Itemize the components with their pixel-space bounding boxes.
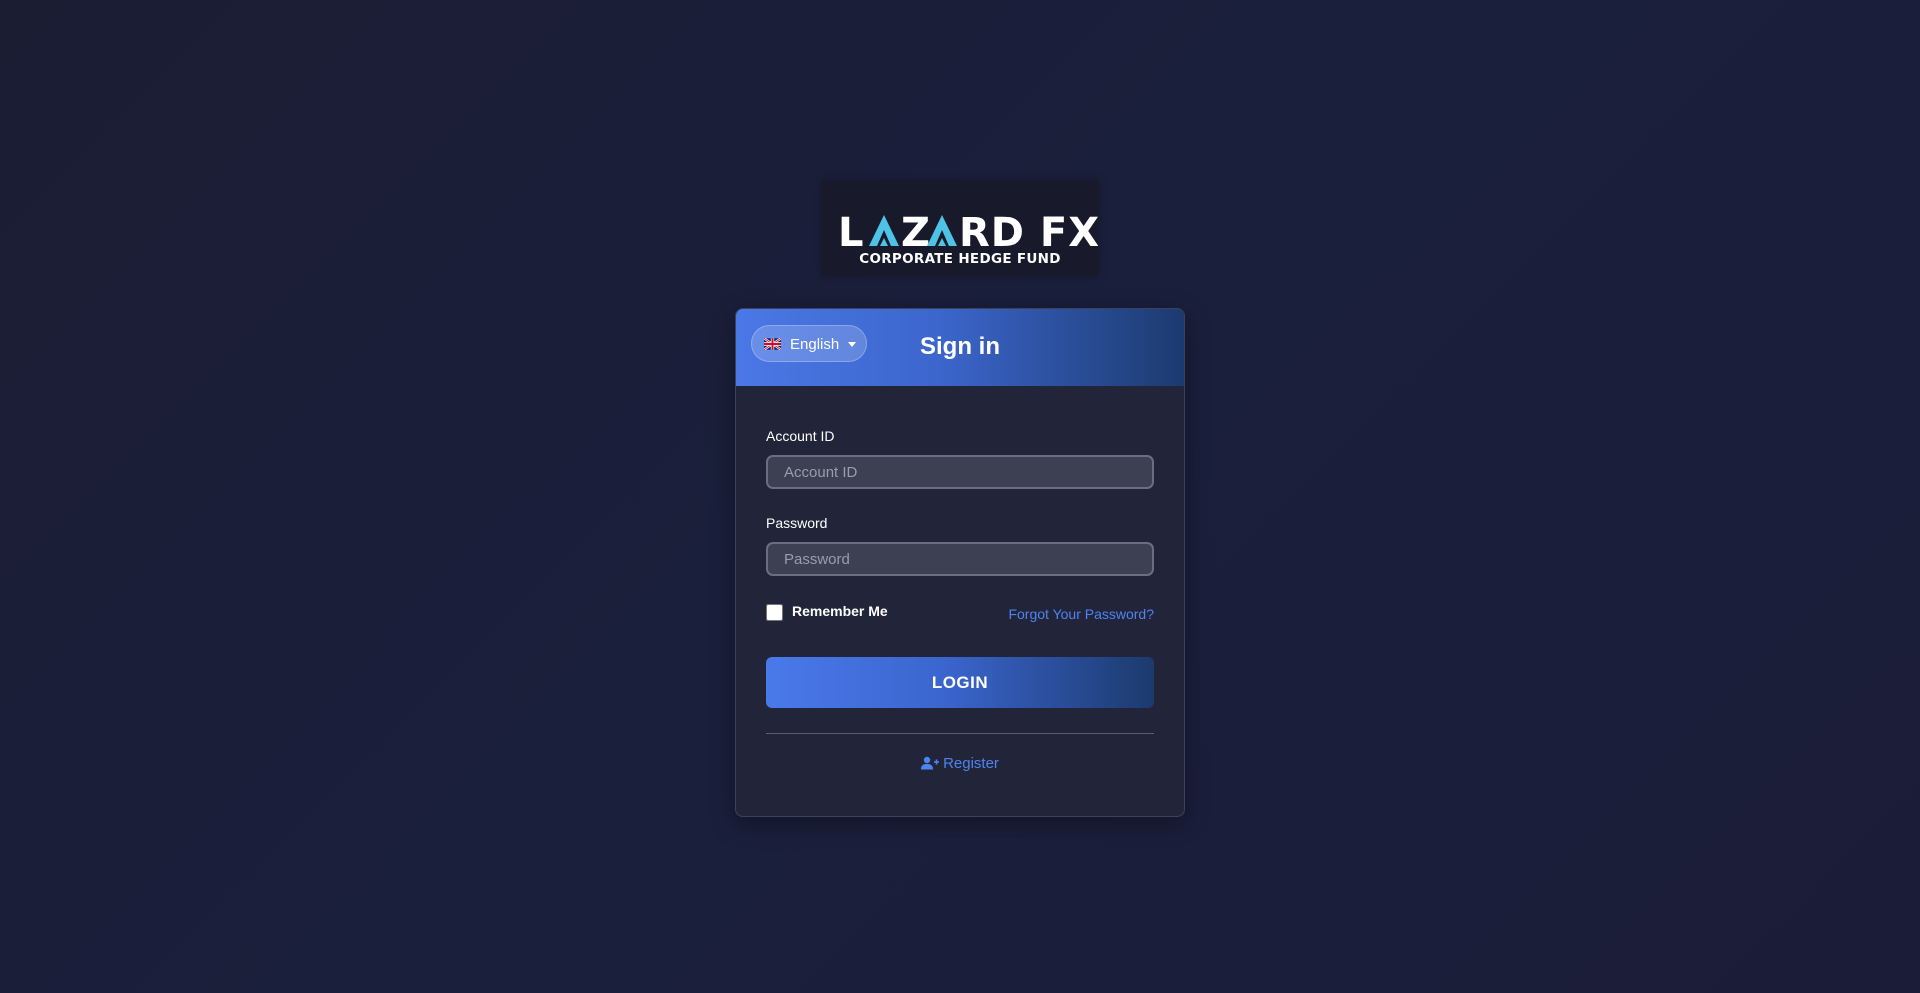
uk-flag-icon <box>764 338 781 350</box>
logo-letter-l: L <box>838 210 865 256</box>
forgot-password-link[interactable]: Forgot Your Password? <box>1008 606 1154 622</box>
register-label: Register <box>943 755 999 772</box>
login-button[interactable]: LOGIN <box>766 657 1154 708</box>
logo-triangle-a-1 <box>869 215 899 246</box>
logo-triangle-a-2 <box>927 215 957 246</box>
logo-letter-z: Z <box>901 210 931 256</box>
remember-me-label[interactable]: Remember Me <box>792 603 888 619</box>
logo-tagline: CORPORATE HEDGE FUND <box>859 251 1061 267</box>
account-id-input[interactable] <box>766 455 1154 489</box>
logo-letters-rd-fx: RD FX <box>959 210 1098 256</box>
card-header: Sign in English <box>736 309 1184 386</box>
logo: L Z RD FX CORPORATE HEDGE FUND <box>822 180 1098 276</box>
caret-down-icon <box>848 342 856 347</box>
password-input[interactable] <box>766 542 1154 576</box>
language-selector[interactable]: English <box>751 325 867 362</box>
logo-graphic: L Z RD FX CORPORATE HEDGE FUND <box>838 210 1098 267</box>
divider <box>766 733 1154 734</box>
remember-me-checkbox[interactable] <box>766 604 783 621</box>
password-label: Password <box>766 515 828 531</box>
register-link[interactable]: Register <box>736 755 1184 772</box>
account-id-label: Account ID <box>766 428 835 444</box>
language-label: English <box>790 336 840 353</box>
user-plus-icon <box>921 756 940 770</box>
sign-in-card: Sign in English Account ID Password Reme… <box>735 308 1185 817</box>
